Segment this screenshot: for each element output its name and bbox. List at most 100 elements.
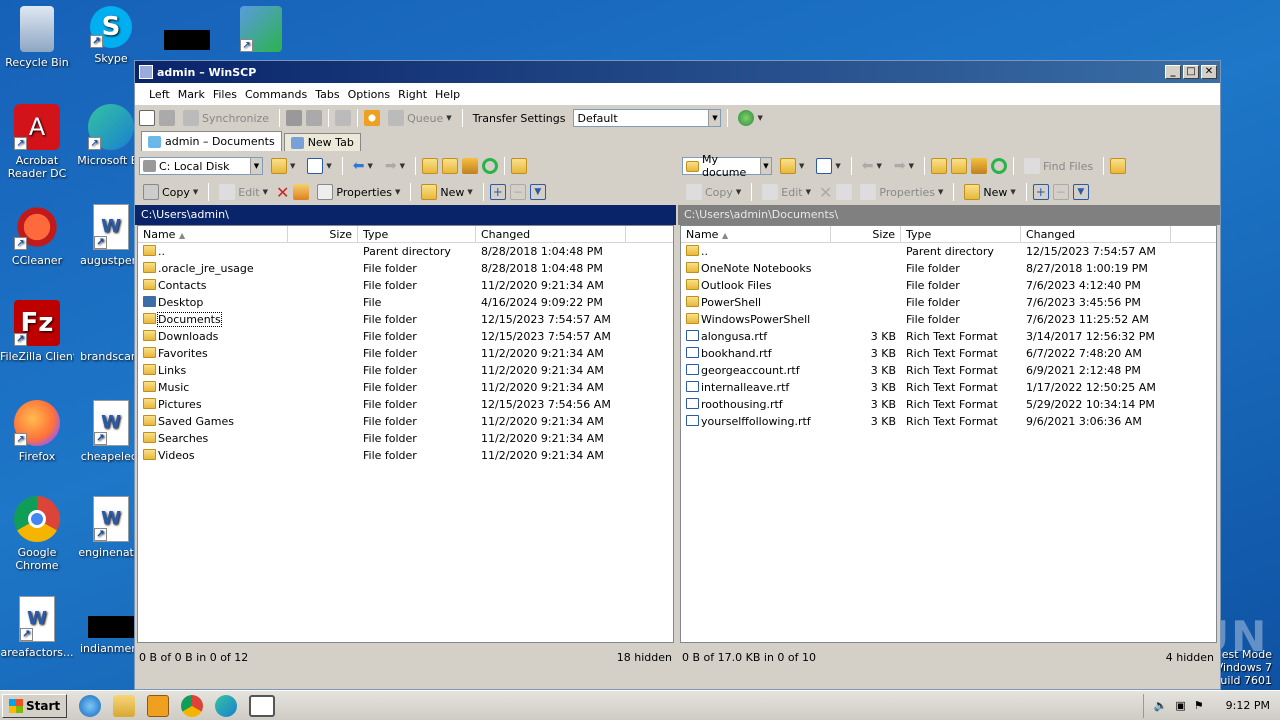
unselect-minus-icon[interactable]: − <box>509 184 526 200</box>
file-row[interactable]: georgeaccount.rtf 3 KB Rich Text Format 6/9… <box>681 362 1216 379</box>
file-row[interactable]: .. Parent directory 12/15/2023 7:54:57 AM <box>681 243 1216 260</box>
title-bar[interactable]: admin – WinSCP _ □ ✕ <box>135 61 1220 83</box>
winscp-shortcut-icon[interactable]: ↗ <box>224 6 298 56</box>
file-row[interactable]: Pictures File folder 12/15/2023 7:54:56 AM <box>138 396 673 413</box>
maximize-button[interactable]: □ <box>1183 65 1199 79</box>
right-forward-button[interactable]: ➡ ▼ <box>890 156 918 176</box>
file-row[interactable]: Videos File folder 11/2/2020 9:21:34 AM <box>138 447 673 464</box>
tree-icon[interactable] <box>1110 158 1127 174</box>
file-row[interactable]: bookhand.rtf 3 KB Rich Text Format 6/7/2022… <box>681 345 1216 362</box>
menu-tabs[interactable]: Tabs <box>311 88 343 101</box>
close-button[interactable]: ✕ <box>1201 65 1217 79</box>
file-row[interactable]: .oracle_jre_usage File folder 8/28/2018 1:… <box>138 260 673 277</box>
file-row[interactable]: Outlook Files File folder 7/6/2023 4:12:40… <box>681 277 1216 294</box>
file-row[interactable]: WindowsPowerShell File folder 7/6/2023 11:… <box>681 311 1216 328</box>
chrome-icon[interactable]: Google Chrome <box>0 496 74 572</box>
root-dir-icon[interactable] <box>442 158 459 174</box>
home-icon[interactable] <box>462 158 479 174</box>
file-row[interactable]: OneNote Notebooks File folder 8/27/2018 1:… <box>681 260 1216 277</box>
file-row[interactable]: Saved Games File folder 11/2/2020 9:21:34 … <box>138 413 673 430</box>
flag-icon[interactable]: ⚑ <box>1194 699 1204 712</box>
sync-browse-icon[interactable] <box>159 110 175 126</box>
select-plus-icon[interactable]: + <box>489 184 506 200</box>
col-size[interactable]: Size <box>288 226 358 242</box>
refresh-icon[interactable] <box>335 110 352 126</box>
left-edit-button[interactable]: Edit ▼ <box>215 182 272 202</box>
left-drive-select[interactable]: C: Local Disk ▼ <box>139 157 263 175</box>
parent-dir-icon[interactable] <box>931 158 948 174</box>
file-row[interactable]: .. Parent directory 8/28/2018 1:04:48 PM <box>138 243 673 260</box>
right-edit-button[interactable]: Edit ▼ <box>758 182 815 202</box>
col-type[interactable]: Type <box>358 226 476 242</box>
winscp-taskbar-icon[interactable] <box>249 694 276 717</box>
file-row[interactable]: Searches File folder 11/2/2020 9:21:34 AM <box>138 430 673 447</box>
file-row[interactable]: Music File folder 11/2/2020 9:21:34 AM <box>138 379 673 396</box>
right-dir-select[interactable]: My docume ▼ <box>682 153 772 179</box>
menu-left[interactable]: Left <box>145 88 174 101</box>
media-player-icon[interactable] <box>147 694 170 717</box>
left-file-list[interactable]: Name ▲ Size Type Changed .. Parent direct… <box>137 225 674 643</box>
filter-select-icon[interactable]: ▼ <box>1072 184 1089 200</box>
putty-icon[interactable] <box>306 110 323 126</box>
recycle-bin-icon[interactable]: Recycle Bin <box>0 6 74 69</box>
queue-button[interactable]: Queue ▼ <box>384 108 456 128</box>
right-filter-button[interactable]: ▼ <box>812 156 844 176</box>
delete-icon[interactable]: ✕ <box>276 183 289 202</box>
refresh-icon[interactable] <box>991 158 1008 174</box>
speaker-icon[interactable]: 🔈 <box>1154 699 1168 712</box>
col-changed[interactable]: Changed <box>1021 226 1171 242</box>
left-open-dir-button[interactable]: ▼ <box>267 156 299 176</box>
left-copy-button[interactable]: Copy ▼ <box>139 182 202 202</box>
left-filter-button[interactable]: ▼ <box>303 156 335 176</box>
root-dir-icon[interactable] <box>951 158 968 174</box>
console-icon[interactable] <box>286 110 303 126</box>
file-row[interactable]: Desktop File 4/16/2024 9:09:22 PM <box>138 294 673 311</box>
tree-icon[interactable] <box>511 158 528 174</box>
file-row[interactable]: PowerShell File folder 7/6/2023 3:45:56 PM <box>681 294 1216 311</box>
tab-new-tab[interactable]: New Tab <box>283 133 361 151</box>
left-path-bar[interactable]: C:\Users\admin\ <box>135 205 676 225</box>
refresh-icon[interactable] <box>482 158 499 174</box>
site-color-button[interactable]: ▼ <box>734 108 766 128</box>
left-forward-button[interactable]: ➡ ▼ <box>381 156 409 176</box>
preferences-gear-icon[interactable] <box>364 110 381 126</box>
menu-options[interactable]: Options <box>344 88 394 101</box>
transfer-settings-select[interactable]: Default ▼ <box>573 109 722 127</box>
col-size[interactable]: Size <box>831 226 901 242</box>
ie-icon[interactable] <box>79 694 102 717</box>
edge-icon[interactable] <box>215 694 238 717</box>
menu-help[interactable]: Help <box>431 88 464 101</box>
explorer-icon[interactable] <box>113 694 136 717</box>
col-name[interactable]: Name ▲ <box>138 226 288 242</box>
col-type[interactable]: Type <box>901 226 1021 242</box>
file-row[interactable]: yourselffollowing.rtf 3 KB Rich Text Forma… <box>681 413 1216 430</box>
left-properties-button[interactable]: Properties ▼ <box>313 182 404 202</box>
left-back-button[interactable]: ⬅ ▼ <box>349 156 377 176</box>
right-file-list[interactable]: Name ▲ Size Type Changed .. Parent direct… <box>680 225 1217 643</box>
file-row[interactable]: Links File folder 11/2/2020 9:21:34 AM <box>138 362 673 379</box>
ccleaner-icon[interactable]: ↗ CCleaner <box>0 204 74 267</box>
file-row[interactable]: roothousing.rtf 3 KB Rich Text Format 5/29/… <box>681 396 1216 413</box>
select-plus-icon[interactable]: + <box>1032 184 1049 200</box>
file-row[interactable]: Downloads File folder 12/15/2023 7:54:57 A… <box>138 328 673 345</box>
filter-select-icon[interactable]: ▼ <box>529 184 546 200</box>
home-icon[interactable] <box>971 158 988 174</box>
left-new-button[interactable]: New ▼ <box>417 182 476 202</box>
menu-commands[interactable]: Commands <box>241 88 311 101</box>
filezilla-icon[interactable]: Fz ↗ FileZilla Client <box>0 300 74 363</box>
file-row[interactable]: Documents File folder 12/15/2023 7:54:57 A… <box>138 311 673 328</box>
right-new-button[interactable]: New ▼ <box>960 182 1019 202</box>
file-row[interactable]: internalleave.rtf 3 KB Rich Text Format 1/1… <box>681 379 1216 396</box>
acrobat-icon[interactable]: A ↗ Acrobat Reader DC <box>0 104 74 180</box>
right-copy-button[interactable]: Copy ▼ <box>682 182 745 202</box>
file-row[interactable]: alongusa.rtf 3 KB Rich Text Format 3/14/201… <box>681 328 1216 345</box>
word-doc-icon[interactable]: W ↗ areafactors... <box>0 596 74 659</box>
menu-mark[interactable]: Mark <box>174 88 209 101</box>
menu-files[interactable]: Files <box>209 88 241 101</box>
tab-admin-documents[interactable]: admin – Documents <box>141 131 282 151</box>
col-name[interactable]: Name ▲ <box>681 226 831 242</box>
menu-right[interactable]: Right <box>394 88 431 101</box>
network-icon[interactable]: ▣ <box>1175 699 1185 712</box>
clock[interactable]: 9:12 PM <box>1226 699 1270 712</box>
file-row[interactable]: Contacts File folder 11/2/2020 9:21:34 AM <box>138 277 673 294</box>
